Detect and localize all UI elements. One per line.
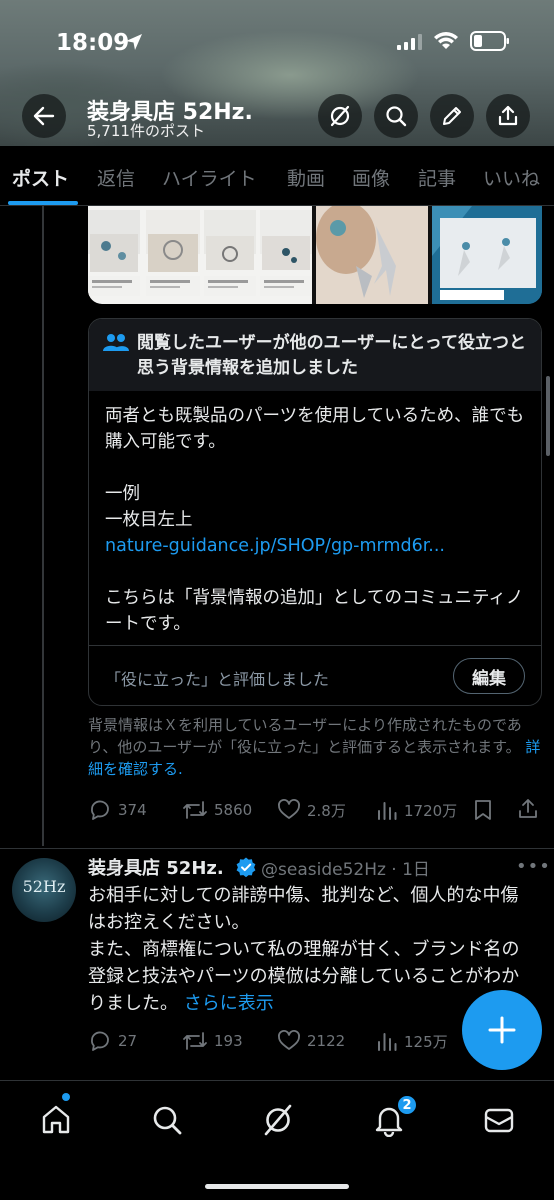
profile-tabs: ポスト 返信 ハイライト 動画 画像 記事 いいね (0, 146, 554, 206)
back-arrow-icon (33, 106, 55, 126)
note-text: 両者とも既製品のパーツを使用しているため、誰でも購入可能です。 (105, 406, 525, 452)
avatar-logo-text: 52Hz (22, 877, 66, 896)
heart-icon (278, 799, 300, 819)
reply-count: 27 (118, 1032, 138, 1050)
note-text: 一例 (105, 484, 140, 504)
earring-graphic (316, 206, 428, 304)
media-image-earring[interactable] (316, 206, 428, 304)
tab-active-indicator (8, 201, 78, 205)
post-text: お相手に対しての誹謗中傷、批判など、個人的な中傷はお控えください。 また、商標権… (88, 882, 534, 1017)
battery-icon (470, 31, 509, 51)
community-note-header: 閲覧したユーザーが他のユーザーにとって役立つと思う背景情報を追加しました (89, 319, 541, 391)
wifi-icon (434, 32, 458, 49)
grok-button[interactable] (318, 94, 362, 138)
more-options-icon[interactable]: ••• (516, 856, 551, 877)
back-button[interactable] (22, 94, 66, 138)
pencil-icon (443, 107, 461, 125)
search-button[interactable] (374, 94, 418, 138)
reply-icon (91, 800, 109, 820)
views-button[interactable]: 1720万 (376, 798, 457, 822)
location-arrow-icon (126, 34, 142, 50)
search-icon (386, 106, 407, 127)
disclaimer-text: 背景情報はＸを利用しているユーザーにより作成されたものであり、他のユーザーが「役… (88, 716, 522, 756)
edit-profile-button[interactable] (430, 94, 474, 138)
heart-icon (278, 1030, 300, 1050)
views-icon (378, 802, 397, 820)
bookmark-icon[interactable] (472, 798, 494, 822)
status-time: 18:09 (56, 30, 130, 56)
tab-videos[interactable]: 動画 (287, 164, 325, 191)
repost-button[interactable]: 5860 (182, 798, 252, 822)
home-indicator (205, 1184, 349, 1189)
note-source-link[interactable]: nature-guidance.jp/SHOP/gp-mrmd6r... (105, 533, 530, 559)
community-note: 閲覧したユーザーが他のユーザーにとって役立つと思う背景情報を追加しました 両者と… (88, 318, 542, 706)
post-body: お相手に対しての誹謗中傷、批判など、個人的な中傷はお控えください。 また、商標権… (88, 885, 520, 1014)
tab-images[interactable]: 画像 (352, 164, 390, 191)
verified-badge-icon (236, 857, 256, 877)
header-post-count: 5,711件のポスト (87, 122, 205, 140)
edit-rating-button[interactable]: 編集 (453, 658, 525, 694)
plus-icon (488, 1016, 516, 1044)
tab-likes[interactable]: いいね (483, 164, 540, 191)
post-media-grid[interactable] (88, 206, 542, 304)
scrollbar[interactable] (546, 376, 550, 456)
media-image-product[interactable] (432, 206, 542, 304)
repost-button[interactable]: 193 (182, 1029, 243, 1053)
note-rated-status: 「役に立った」と評価しました (105, 670, 330, 689)
note-text: こちらは「背景情報の追加」としてのコミュニティノートです。 (105, 588, 524, 634)
compose-post-button[interactable] (462, 990, 542, 1070)
thread-line (42, 206, 44, 846)
cellular-signal-icon (397, 34, 422, 50)
collage-graphic (88, 210, 312, 296)
messages-mail-icon[interactable] (482, 1103, 516, 1137)
show-more-link[interactable]: さらに表示 (184, 993, 274, 1014)
media-image-collage[interactable] (88, 206, 312, 304)
post-handle-time: @seaside52Hz · 1日 (261, 860, 430, 880)
tab-highlights[interactable]: ハイライト (162, 164, 257, 191)
tab-posts[interactable]: ポスト (12, 164, 69, 191)
reply-icon (91, 1031, 109, 1051)
note-spacer (105, 455, 530, 481)
share-icon[interactable] (516, 797, 540, 821)
bottom-navigation (0, 1080, 554, 1200)
view-count: 125万 (404, 1032, 448, 1051)
share-button[interactable] (486, 94, 530, 138)
explore-search-icon[interactable] (150, 1103, 184, 1137)
note-text: 一枚目左上 (105, 510, 193, 530)
grok-icon (330, 105, 350, 127)
like-button[interactable]: 2.8万 (277, 798, 346, 822)
reply-count: 374 (118, 801, 147, 819)
like-count: 2.8万 (307, 801, 346, 820)
community-note-disclaimer: 背景情報はＸを利用しているユーザーにより作成されたものであり、他のユーザーが「役… (88, 714, 544, 780)
tab-replies[interactable]: 返信 (97, 164, 135, 191)
product-graphic (432, 206, 542, 304)
notifications-badge: 2 (396, 1094, 418, 1116)
tab-articles[interactable]: 記事 (418, 164, 456, 191)
note-spacer (105, 559, 530, 585)
views-icon (378, 1033, 397, 1051)
reply-button[interactable]: 374 (88, 798, 147, 822)
community-note-body: 両者とも既製品のパーツを使用しているため、誰でも購入可能です。 一例 一枚目左上… (105, 403, 530, 637)
community-note-title: 閲覧したユーザーが他のユーザーにとって役立つと思う背景情報を追加しました (137, 333, 526, 378)
grok-icon[interactable] (261, 1103, 295, 1137)
people-icon (103, 334, 129, 351)
post-author-name[interactable]: 装身具店 52Hz. (88, 854, 224, 880)
home-unread-dot (62, 1093, 70, 1101)
repost-icon (183, 801, 207, 819)
reply-button[interactable]: 27 (88, 1029, 137, 1053)
like-button[interactable]: 2122 (277, 1029, 345, 1053)
view-count: 1720万 (404, 801, 458, 820)
share-icon (498, 105, 518, 126)
repost-count: 193 (214, 1032, 243, 1050)
repost-icon (183, 1032, 207, 1050)
home-icon[interactable] (39, 1103, 73, 1137)
community-note-footer: 「役に立った」と評価しました 編集 (89, 645, 541, 705)
like-count: 2122 (307, 1032, 346, 1050)
avatar[interactable]: 52Hz (12, 858, 76, 922)
repost-count: 5860 (214, 801, 253, 819)
views-button[interactable]: 125万 (376, 1029, 448, 1053)
post-divider (0, 848, 554, 849)
